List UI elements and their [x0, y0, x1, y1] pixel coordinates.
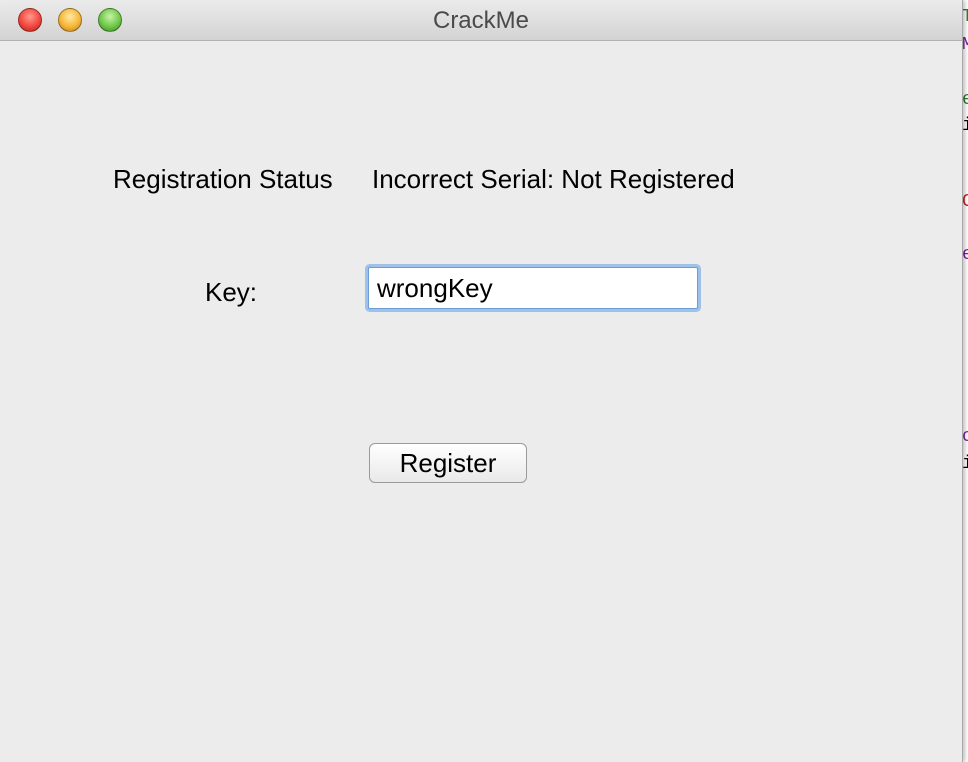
key-label: Key:: [205, 277, 258, 307]
key-input[interactable]: [368, 267, 698, 309]
registration-status-label: Registration Status: [113, 164, 333, 194]
crackme-window: CrackMe Registration Status Incorrect Se…: [0, 0, 963, 762]
registration-status-value: Incorrect Serial: Not Registered: [372, 164, 735, 194]
register-button[interactable]: Register: [369, 443, 527, 483]
title-bar[interactable]: CrackMe: [0, 0, 962, 41]
window-title: CrackMe: [432, 7, 529, 34]
